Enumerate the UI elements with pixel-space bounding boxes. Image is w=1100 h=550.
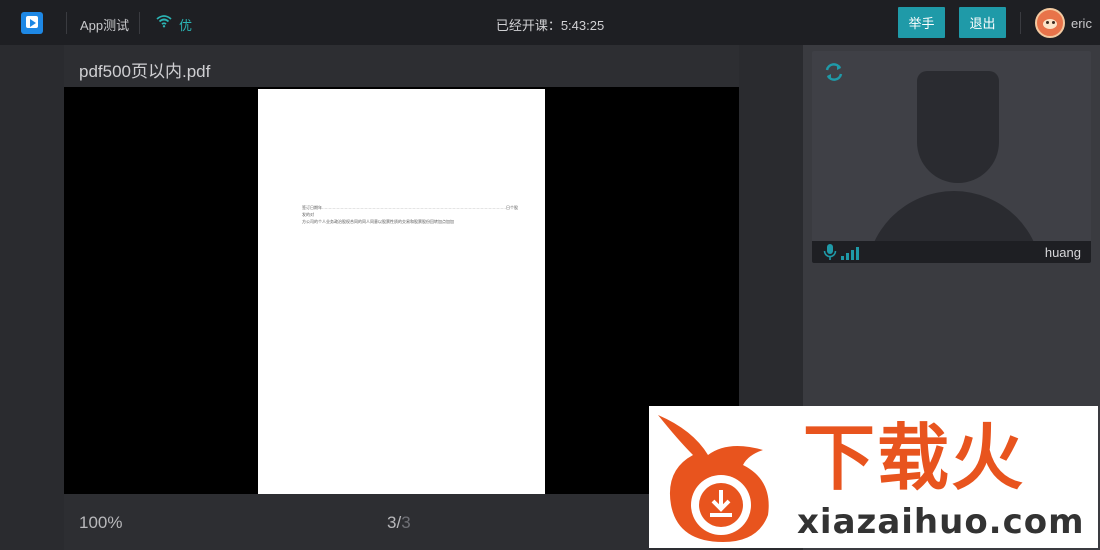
document-viewer[interactable]: 签订日期年………………………………………………………………………………………………	[64, 87, 739, 494]
raise-hand-button[interactable]: 举手	[898, 7, 945, 38]
avatar-placeholder-head	[917, 71, 999, 183]
zoom-level[interactable]: 100%	[79, 513, 122, 533]
watermark-logo: 下载火 xiazaihuo.com	[649, 406, 1098, 548]
document-footer: 100% 3/3	[64, 494, 739, 550]
watermark-url: xiazaihuo.com	[797, 502, 1085, 542]
document-title: pdf500页以内.pdf	[79, 62, 211, 81]
page-indicator: 3/3	[387, 513, 411, 533]
exit-button[interactable]: 退出	[959, 7, 1006, 38]
microphone-icon[interactable]	[823, 244, 837, 260]
participant-video[interactable]: huang	[812, 51, 1091, 263]
audio-level-icon	[841, 246, 859, 260]
user-avatar[interactable]	[1035, 8, 1065, 38]
video-status-bar: huang	[812, 241, 1091, 263]
refresh-icon[interactable]	[823, 61, 845, 83]
watermark-brand: 下载火	[803, 416, 1026, 500]
document-header: pdf500页以内.pdf	[64, 45, 739, 87]
current-page: 3/	[387, 513, 402, 532]
user-name: eric	[1071, 16, 1092, 31]
participant-name: huang	[1044, 245, 1081, 260]
total-pages: 3	[401, 513, 411, 532]
pdf-page: 签订日期年………………………………………………………………………………………………	[258, 89, 545, 494]
divider	[1020, 12, 1021, 34]
classroom-app: App测试 优 已经开课：5:43:25 举手 退出 eric pdf500页以…	[0, 0, 1100, 550]
flame-logo-icon	[658, 415, 769, 542]
pdf-page-text: 签订日期年………………………………………………………………………………………………	[302, 205, 518, 224]
top-bar: App测试 优 已经开课：5:43:25 举手 退出 eric	[0, 0, 1100, 45]
